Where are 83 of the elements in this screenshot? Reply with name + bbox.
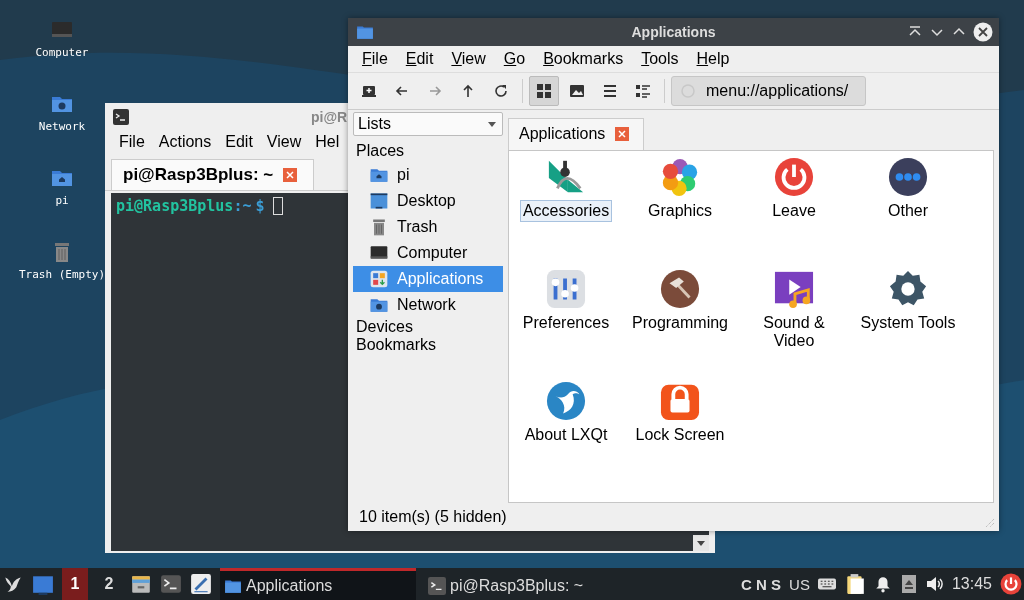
- prompt-user: pi@Rasp3Bplus: [116, 197, 234, 215]
- menu-item[interactable]: Hel: [315, 133, 340, 157]
- app-category-item[interactable]: Leave: [769, 200, 819, 222]
- app-category-item[interactable]: Graphics: [645, 200, 715, 222]
- menu-item[interactable]: Edit: [395, 50, 442, 68]
- color-petals-icon: [660, 157, 700, 197]
- window-title: pi@R: [311, 109, 348, 125]
- place-item[interactable]: Computer: [353, 240, 503, 266]
- sliders-icon: [546, 269, 586, 309]
- app-category-item[interactable]: About LXQt: [521, 424, 611, 446]
- hammer-icon: [660, 269, 700, 309]
- app-category-item[interactable]: Accessories: [519, 200, 613, 222]
- tree-section-label[interactable]: Bookmarks: [353, 336, 503, 354]
- place-item[interactable]: Desktop: [353, 188, 503, 214]
- taskbar-task[interactable]: Applications: [220, 568, 416, 600]
- place-item[interactable]: Network: [353, 292, 503, 318]
- menu-item[interactable]: View: [266, 133, 302, 157]
- file-cabinet-icon[interactable]: [130, 573, 152, 595]
- desktop-icon-label[interactable]: Trash (Empty): [18, 268, 106, 281]
- app-category-item[interactable]: Other: [885, 200, 931, 222]
- desktop-icon-label[interactable]: pi: [55, 194, 69, 207]
- status-text: 10 item(s) (5 hidden): [359, 508, 507, 526]
- workspace-button[interactable]: 2: [96, 568, 122, 600]
- app-category-item[interactable]: Programming: [629, 312, 731, 334]
- menu-item[interactable]: Bookmarks: [533, 50, 632, 68]
- menu-item[interactable]: Tools: [631, 50, 687, 68]
- resize-grip-icon[interactable]: [985, 518, 995, 528]
- app-category-item[interactable]: Sound & Video: [739, 312, 849, 352]
- prompt-path: :~: [233, 197, 252, 215]
- bell-icon[interactable]: [873, 575, 892, 593]
- image-icon: [569, 83, 585, 99]
- keyboard-layout[interactable]: US: [789, 575, 810, 593]
- list-icon: [602, 83, 618, 99]
- menu-item[interactable]: Edit: [225, 133, 253, 157]
- desktop-icon-label[interactable]: Computer: [35, 46, 89, 59]
- menu-item[interactable]: Actions: [158, 133, 212, 157]
- new-tab-icon: [361, 83, 377, 99]
- show-desktop-icon[interactable]: [32, 573, 54, 595]
- eject-icon[interactable]: [899, 575, 918, 593]
- path-field[interactable]: menu://applications/: [671, 76, 867, 106]
- text-editor-icon[interactable]: [190, 573, 212, 595]
- terminal-tab[interactable]: pi@Rasp3Bplus: ~: [111, 159, 315, 190]
- power-icon[interactable]: [1000, 573, 1022, 595]
- side-pane-dropdown[interactable]: Lists: [353, 112, 503, 136]
- window-title: Applications: [631, 24, 716, 40]
- folder-tab[interactable]: Applications: [508, 118, 645, 150]
- menu-item[interactable]: View: [441, 50, 494, 68]
- grid-icon: [536, 83, 552, 99]
- applications-icon: [369, 269, 389, 289]
- terminal-icon: [113, 109, 129, 125]
- volume-icon[interactable]: [925, 575, 944, 593]
- power-icon: [774, 157, 814, 197]
- text-cursor: [272, 197, 283, 215]
- menu-item[interactable]: File: [119, 133, 145, 157]
- bird-icon: [546, 381, 586, 421]
- workspace-button[interactable]: 1: [62, 568, 88, 600]
- desktop-icon-label[interactable]: Network: [38, 120, 86, 133]
- taskbar-task[interactable]: pi@Rasp3Bplus: ~: [424, 568, 620, 600]
- app-category-item[interactable]: Lock Screen: [632, 424, 728, 446]
- place-item[interactable]: Trash: [353, 214, 503, 240]
- place-item[interactable]: pi: [353, 162, 503, 188]
- desktop-icon: [369, 191, 389, 211]
- tree-section-label[interactable]: Devices: [353, 318, 503, 336]
- app-category-item[interactable]: Preferences: [519, 312, 613, 334]
- menu-item[interactable]: Help: [686, 50, 738, 68]
- toolbar-button[interactable]: [529, 76, 559, 106]
- reload-icon: [493, 83, 509, 99]
- clock[interactable]: 13:45: [951, 575, 992, 593]
- menu-item[interactable]: File: [352, 50, 396, 68]
- scroll-down-icon[interactable]: [693, 535, 709, 551]
- caret-icon: [488, 121, 496, 127]
- lock-keys-indicator[interactable]: C N S: [741, 575, 782, 593]
- terminal-icon[interactable]: [160, 573, 182, 595]
- tree-section-label[interactable]: Places: [353, 142, 503, 160]
- folder-icon: [356, 23, 374, 41]
- ellipsis-icon: [888, 157, 928, 197]
- media-icon: [774, 269, 814, 309]
- app-category-item[interactable]: System Tools: [857, 312, 959, 334]
- prompt-symbol: $: [255, 197, 265, 215]
- terminal-icon: [428, 576, 446, 595]
- close-icon[interactable]: [973, 22, 993, 42]
- detailed-list-icon: [635, 83, 651, 99]
- menu-item[interactable]: Go: [493, 50, 534, 68]
